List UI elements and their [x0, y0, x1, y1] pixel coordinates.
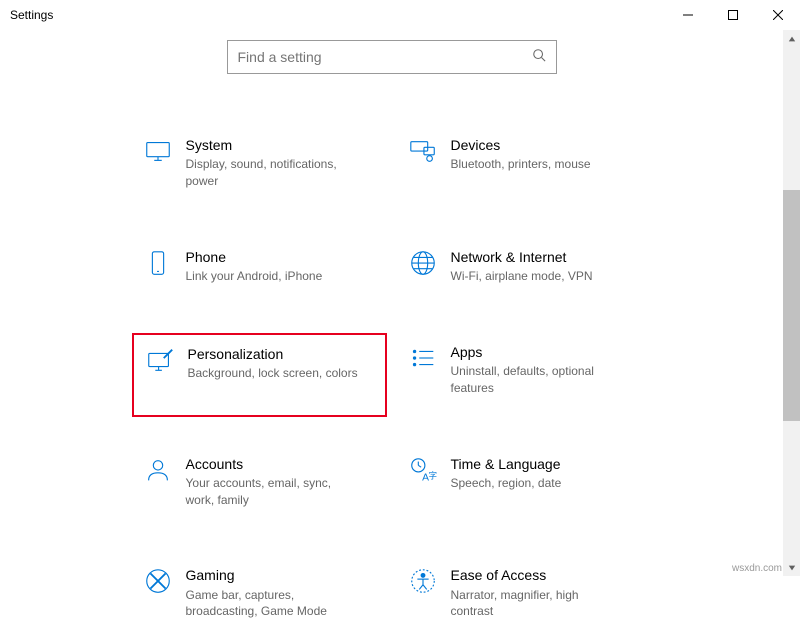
search-row	[0, 40, 783, 74]
tile-name: Ease of Access	[451, 566, 623, 584]
tile-desc: Your accounts, email, sync, work, family	[186, 475, 358, 509]
tile-text: Personalization Background, lock screen,…	[180, 345, 358, 382]
minimize-button[interactable]	[665, 0, 710, 30]
vertical-scrollbar[interactable]	[783, 30, 800, 576]
close-button[interactable]	[755, 0, 800, 30]
tile-text: Gaming Game bar, captures, broadcasting,…	[178, 566, 358, 620]
tile-system[interactable]: System Display, sound, notifications, po…	[132, 132, 387, 194]
tile-devices[interactable]: Devices Bluetooth, printers, mouse	[397, 132, 652, 194]
tile-name: Accounts	[186, 455, 358, 473]
search-icon	[532, 48, 546, 67]
ease-of-access-icon	[403, 566, 443, 596]
time-language-icon: A字	[403, 455, 443, 485]
tile-time[interactable]: A字 Time & Language Speech, region, date	[397, 451, 652, 513]
tile-name: Apps	[451, 343, 623, 361]
tile-desc: Uninstall, defaults, optional features	[451, 363, 623, 397]
search-input[interactable]	[238, 49, 532, 65]
scroll-down-arrow[interactable]	[783, 559, 800, 576]
system-icon	[138, 136, 178, 166]
apps-icon	[403, 343, 443, 373]
phone-icon	[138, 248, 178, 278]
tile-text: Network & Internet Wi-Fi, airplane mode,…	[443, 248, 593, 285]
tile-desc: Speech, region, date	[451, 475, 562, 492]
tile-text: Time & Language Speech, region, date	[443, 455, 562, 492]
tile-text: Apps Uninstall, defaults, optional featu…	[443, 343, 623, 397]
tile-desc: Background, lock screen, colors	[188, 365, 358, 382]
tile-desc: Bluetooth, printers, mouse	[451, 156, 591, 173]
scroll-thumb[interactable]	[783, 190, 800, 420]
personalization-icon	[140, 345, 180, 375]
tile-name: Gaming	[186, 566, 358, 584]
tile-desc: Display, sound, notifications, power	[186, 156, 358, 190]
scroll-up-arrow[interactable]	[783, 30, 800, 47]
maximize-button[interactable]	[710, 0, 755, 30]
watermark: wsxdn.com	[732, 563, 782, 574]
tile-text: Phone Link your Android, iPhone	[178, 248, 323, 285]
tile-accounts[interactable]: Accounts Your accounts, email, sync, wor…	[132, 451, 387, 513]
gaming-icon	[138, 566, 178, 596]
tile-name: Devices	[451, 136, 591, 154]
search-box[interactable]	[227, 40, 557, 74]
tile-text: System Display, sound, notifications, po…	[178, 136, 358, 190]
tile-desc: Link your Android, iPhone	[186, 268, 323, 285]
tile-network[interactable]: Network & Internet Wi-Fi, airplane mode,…	[397, 244, 652, 289]
network-icon	[403, 248, 443, 278]
svg-text:字: 字	[428, 470, 436, 480]
settings-grid: System Display, sound, notifications, po…	[0, 132, 783, 624]
tile-text: Accounts Your accounts, email, sync, wor…	[178, 455, 358, 509]
tile-apps[interactable]: Apps Uninstall, defaults, optional featu…	[397, 339, 652, 401]
scroll-track[interactable]	[783, 47, 800, 559]
tile-name: System	[186, 136, 358, 154]
window-controls	[665, 0, 800, 30]
tile-text: Devices Bluetooth, printers, mouse	[443, 136, 591, 173]
tile-phone[interactable]: Phone Link your Android, iPhone	[132, 244, 387, 289]
tile-name: Personalization	[188, 345, 358, 363]
titlebar: Settings	[0, 0, 800, 30]
tile-ease-of-access[interactable]: Ease of Access Narrator, magnifier, high…	[397, 562, 652, 624]
devices-icon	[403, 136, 443, 166]
tile-name: Time & Language	[451, 455, 562, 473]
tile-desc: Game bar, captures, broadcasting, Game M…	[186, 587, 358, 621]
tile-desc: Narrator, magnifier, high contrast	[451, 587, 623, 621]
tile-name: Phone	[186, 248, 323, 266]
accounts-icon	[138, 455, 178, 485]
window-title: Settings	[10, 8, 53, 22]
tile-name: Network & Internet	[451, 248, 593, 266]
tile-text: Ease of Access Narrator, magnifier, high…	[443, 566, 623, 620]
tile-gaming[interactable]: Gaming Game bar, captures, broadcasting,…	[132, 562, 387, 624]
content-area: System Display, sound, notifications, po…	[0, 30, 783, 576]
tile-desc: Wi-Fi, airplane mode, VPN	[451, 268, 593, 285]
tile-personalization[interactable]: Personalization Background, lock screen,…	[132, 333, 387, 417]
